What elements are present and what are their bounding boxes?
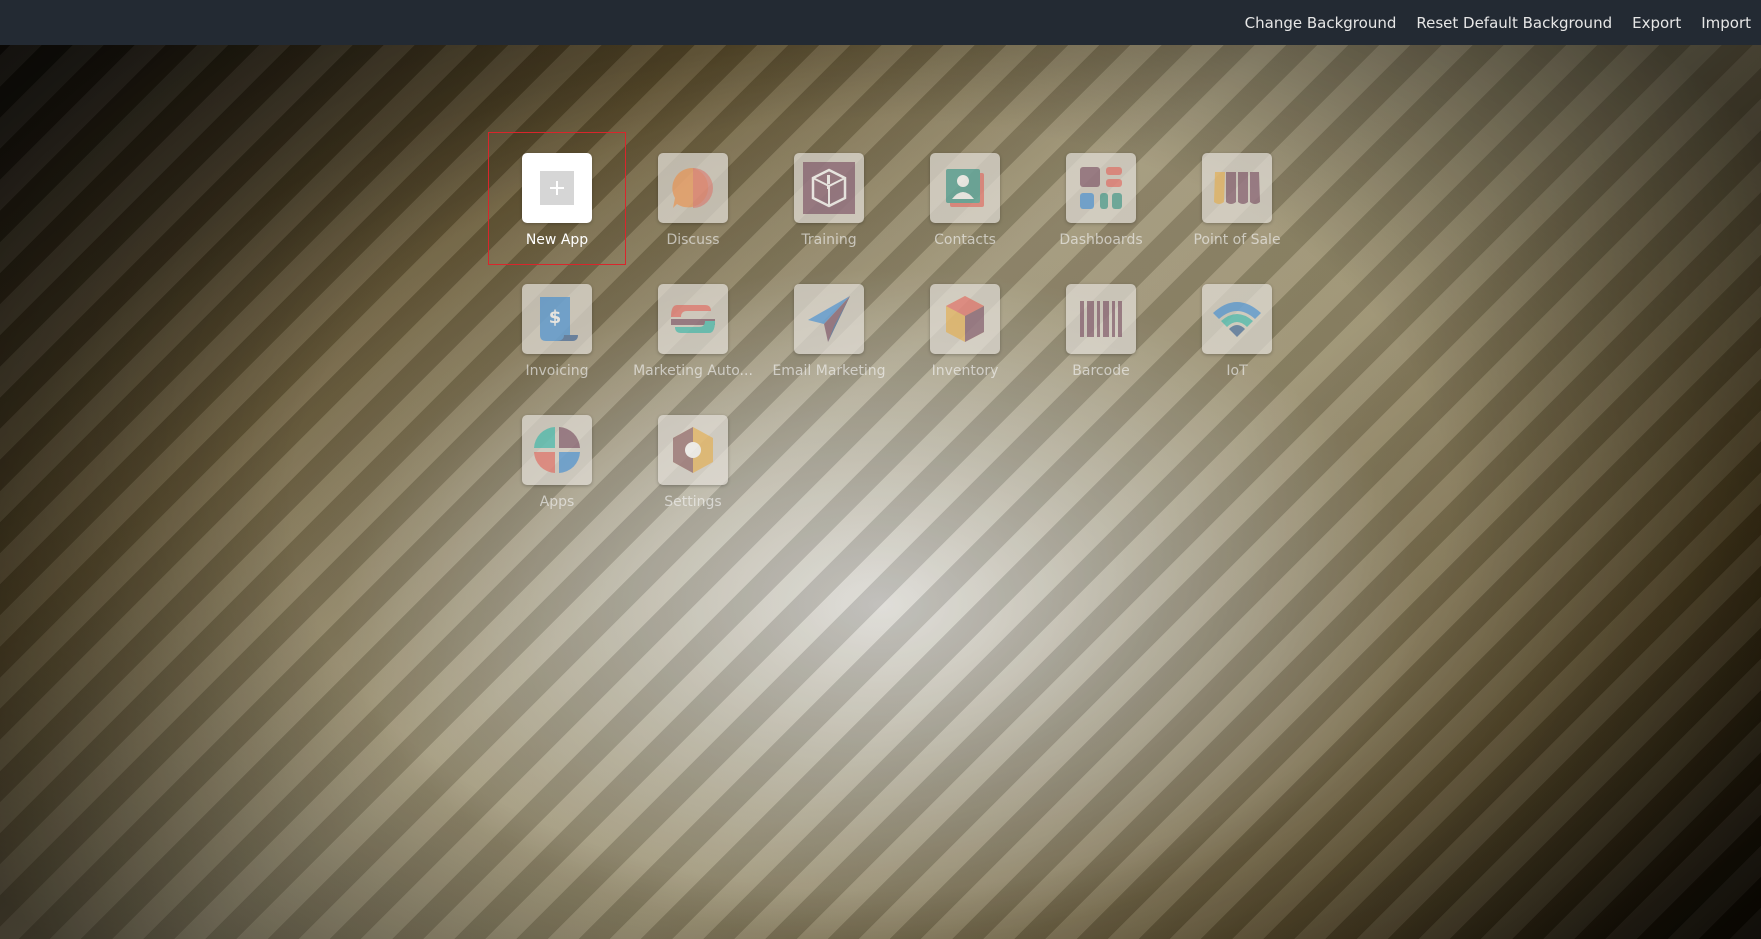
- app-icon-box: [658, 415, 728, 485]
- app-label: Inventory: [931, 363, 999, 379]
- app-discuss[interactable]: Discuss: [625, 133, 761, 264]
- plus-icon: [540, 171, 574, 205]
- app-label: Contacts: [934, 232, 996, 248]
- app-icon-box: [1202, 153, 1272, 223]
- app-grid: New App Discuss Training Contacts Dashbo…: [488, 132, 1309, 526]
- dashboard-icon: [1080, 167, 1122, 209]
- app-label: Marketing Auto...: [633, 363, 753, 379]
- settings-hexagon-icon: [673, 427, 713, 473]
- app-icon-box: [794, 284, 864, 354]
- app-icon-box: [1066, 153, 1136, 223]
- wifi-icon: [1213, 302, 1261, 337]
- app-point-of-sale[interactable]: Point of Sale: [1169, 133, 1305, 264]
- app-label: Point of Sale: [1193, 232, 1281, 248]
- change-background-link[interactable]: Change Background: [1245, 14, 1397, 32]
- import-link[interactable]: Import: [1701, 14, 1751, 32]
- app-label: Training: [801, 232, 857, 248]
- reset-default-background-link[interactable]: Reset Default Background: [1416, 14, 1612, 32]
- app-invoicing[interactable]: $ Invoicing: [489, 264, 625, 395]
- training-box-icon: [803, 162, 855, 214]
- paper-plane-icon: [808, 296, 850, 342]
- app-label: Invoicing: [525, 363, 589, 379]
- app-iot[interactable]: IoT: [1169, 264, 1305, 395]
- app-label: New App: [525, 232, 589, 248]
- app-icon-box: [658, 284, 728, 354]
- app-settings[interactable]: Settings: [625, 395, 761, 526]
- app-new-app[interactable]: New App: [488, 132, 626, 265]
- app-inventory[interactable]: Inventory: [897, 264, 1033, 395]
- app-barcode[interactable]: Barcode: [1033, 264, 1169, 395]
- app-marketing-automation[interactable]: Marketing Auto...: [625, 264, 761, 395]
- app-icon-box: [930, 284, 1000, 354]
- app-icon-box: [658, 153, 728, 223]
- app-training[interactable]: Training: [761, 133, 897, 264]
- svg-text:$: $: [549, 307, 562, 328]
- app-label: Discuss: [666, 232, 720, 248]
- shop-awning-icon: [1214, 172, 1260, 204]
- app-label: IoT: [1226, 363, 1248, 379]
- app-icon-box: $: [522, 284, 592, 354]
- export-link[interactable]: Export: [1632, 14, 1681, 32]
- app-icon-box: [930, 153, 1000, 223]
- app-label: Dashboards: [1059, 232, 1143, 248]
- app-label: Settings: [664, 494, 722, 510]
- invoice-dollar-icon: $: [540, 297, 578, 341]
- apps-quadrant-icon: [534, 427, 580, 473]
- app-label: Barcode: [1072, 363, 1130, 379]
- chat-bubble-icon: [672, 167, 713, 208]
- marketing-automation-icon: [671, 305, 715, 333]
- app-apps[interactable]: Apps: [489, 395, 625, 526]
- app-label: Email Marketing: [772, 363, 886, 379]
- app-icon-box: [794, 153, 864, 223]
- top-navbar: Change Background Reset Default Backgrou…: [0, 0, 1761, 45]
- app-label: Apps: [539, 494, 575, 510]
- app-contacts[interactable]: Contacts: [897, 133, 1033, 264]
- barcode-icon: [1080, 301, 1122, 337]
- app-dashboards[interactable]: Dashboards: [1033, 133, 1169, 264]
- inventory-box-icon: [946, 296, 984, 342]
- app-icon-box: [1066, 284, 1136, 354]
- app-icon-box: [522, 415, 592, 485]
- app-icon-box: [522, 153, 592, 223]
- app-email-marketing[interactable]: Email Marketing: [761, 264, 897, 395]
- app-icon-box: [1202, 284, 1272, 354]
- contact-card-icon: [946, 169, 984, 207]
